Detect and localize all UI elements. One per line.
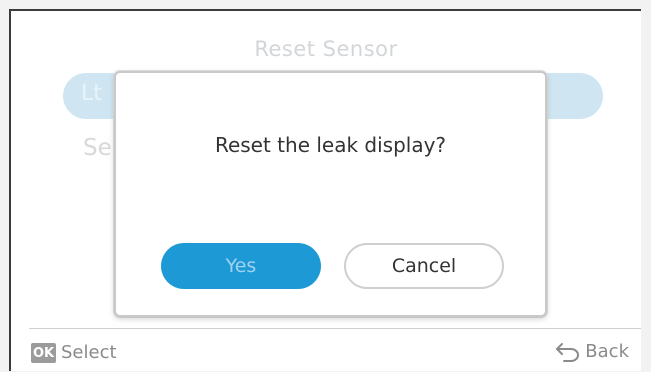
cancel-button[interactable]: Cancel bbox=[344, 243, 504, 289]
ok-key-badge: OK bbox=[31, 343, 56, 363]
back-arrow-icon bbox=[556, 343, 580, 362]
cancel-button-label: Cancel bbox=[391, 255, 457, 277]
device-screen: Reset Sensor Lt Se Reset the leak displa… bbox=[9, 9, 641, 371]
background-highlighted-item-label: Lt bbox=[81, 81, 102, 106]
yes-button-label: Yes bbox=[225, 255, 257, 277]
dialog-message: Reset the leak display? bbox=[214, 133, 447, 157]
yes-button[interactable]: Yes bbox=[161, 243, 321, 289]
back-label: Back bbox=[585, 340, 629, 362]
back-button[interactable]: Back bbox=[555, 340, 629, 362]
confirm-dialog: Reset the leak display? Yes Cancel bbox=[114, 71, 547, 317]
background-title: Reset Sensor bbox=[254, 37, 398, 61]
background-item-label: Se bbox=[83, 135, 112, 161]
select-hint-label: Select bbox=[61, 342, 117, 363]
footer-divider bbox=[29, 328, 641, 329]
